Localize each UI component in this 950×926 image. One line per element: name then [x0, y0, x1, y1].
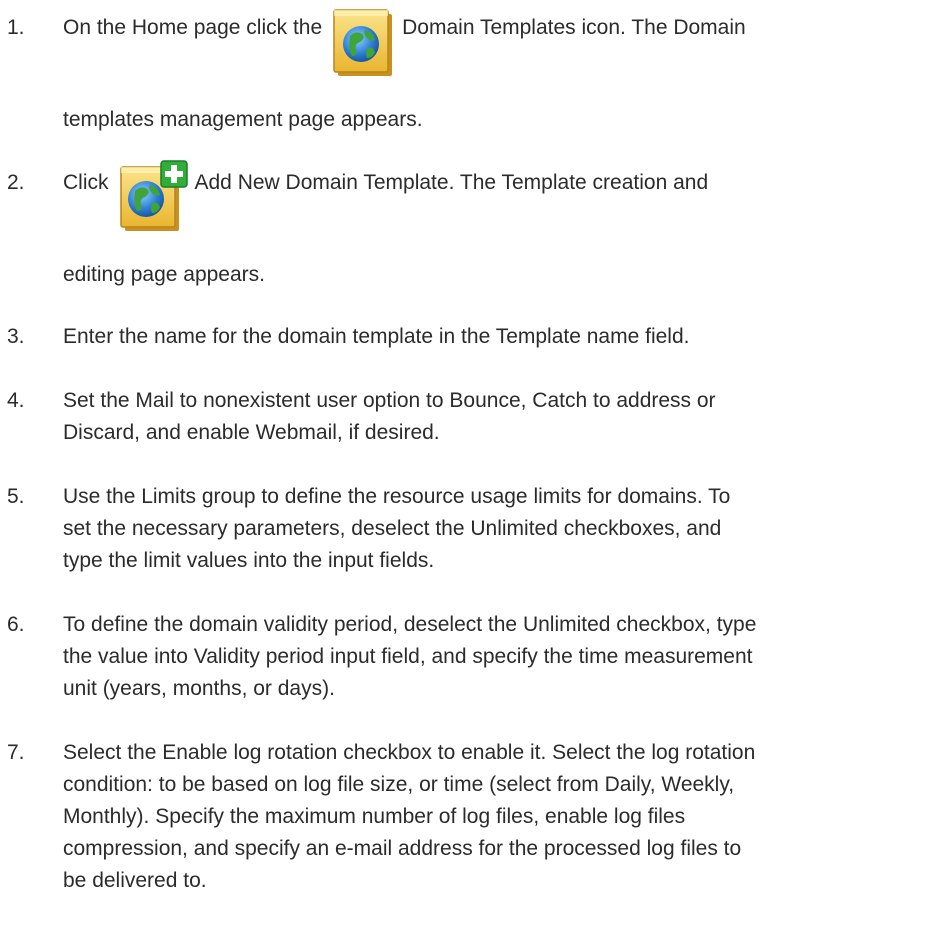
step-line: compression, and specify an e-mail addre…	[63, 837, 742, 860]
step-text-after-icon: Add New Domain Template. The Template cr…	[194, 171, 709, 194]
step-text: Select the Enable log rotation checkbox …	[63, 737, 945, 897]
step-number: 5.	[7, 485, 25, 508]
step-line: Discard, and enable Webmail, if desired.	[63, 421, 440, 444]
add-new-domain-template-icon	[117, 159, 191, 237]
step-text: Click Add New Domain Template. The Templ…	[63, 160, 945, 291]
step-number: 7.	[7, 741, 25, 764]
step-text-continuation: templates management page appears.	[63, 108, 423, 131]
step-text-continuation: editing page appears.	[63, 263, 265, 286]
step-text: Use the Limits group to define the resou…	[63, 481, 945, 577]
step-line: Set the Mail to nonexistent user option …	[63, 389, 716, 412]
step-line: set the necessary parameters, deselect t…	[63, 517, 722, 540]
step-text: Set the Mail to nonexistent user option …	[63, 385, 945, 449]
step-line: be delivered to.	[63, 869, 207, 892]
step-text: On the Home page click the Domain Templa…	[63, 9, 945, 136]
step-text: Enter the name for the domain template i…	[63, 325, 690, 348]
step-number: 1.	[7, 16, 25, 39]
step-text: To define the domain validity period, de…	[63, 609, 945, 705]
step-text-before-icon: On the Home page click the	[63, 16, 323, 39]
step-number: 2.	[7, 171, 25, 194]
step-line: Select the Enable log rotation checkbox …	[63, 741, 756, 764]
step-line: condition: to be based on log file size,…	[63, 773, 735, 796]
step-text-before-icon: Click	[63, 171, 109, 194]
step-number: 4.	[7, 389, 25, 412]
domain-templates-icon	[330, 4, 398, 82]
step-number: 6.	[7, 613, 25, 636]
step-line: Monthly). Specify the maximum number of …	[63, 805, 686, 828]
step-line: Use the Limits group to define the resou…	[63, 485, 731, 508]
step-line: unit (years, months, or days).	[63, 677, 335, 700]
step-text-after-icon: Domain Templates icon. The Domain	[402, 16, 746, 39]
step-line: To define the domain validity period, de…	[63, 613, 757, 636]
step-number: 3.	[7, 325, 25, 348]
step-line: type the limit values into the input fie…	[63, 549, 435, 572]
step-line: the value into Validity period input fie…	[63, 645, 753, 668]
